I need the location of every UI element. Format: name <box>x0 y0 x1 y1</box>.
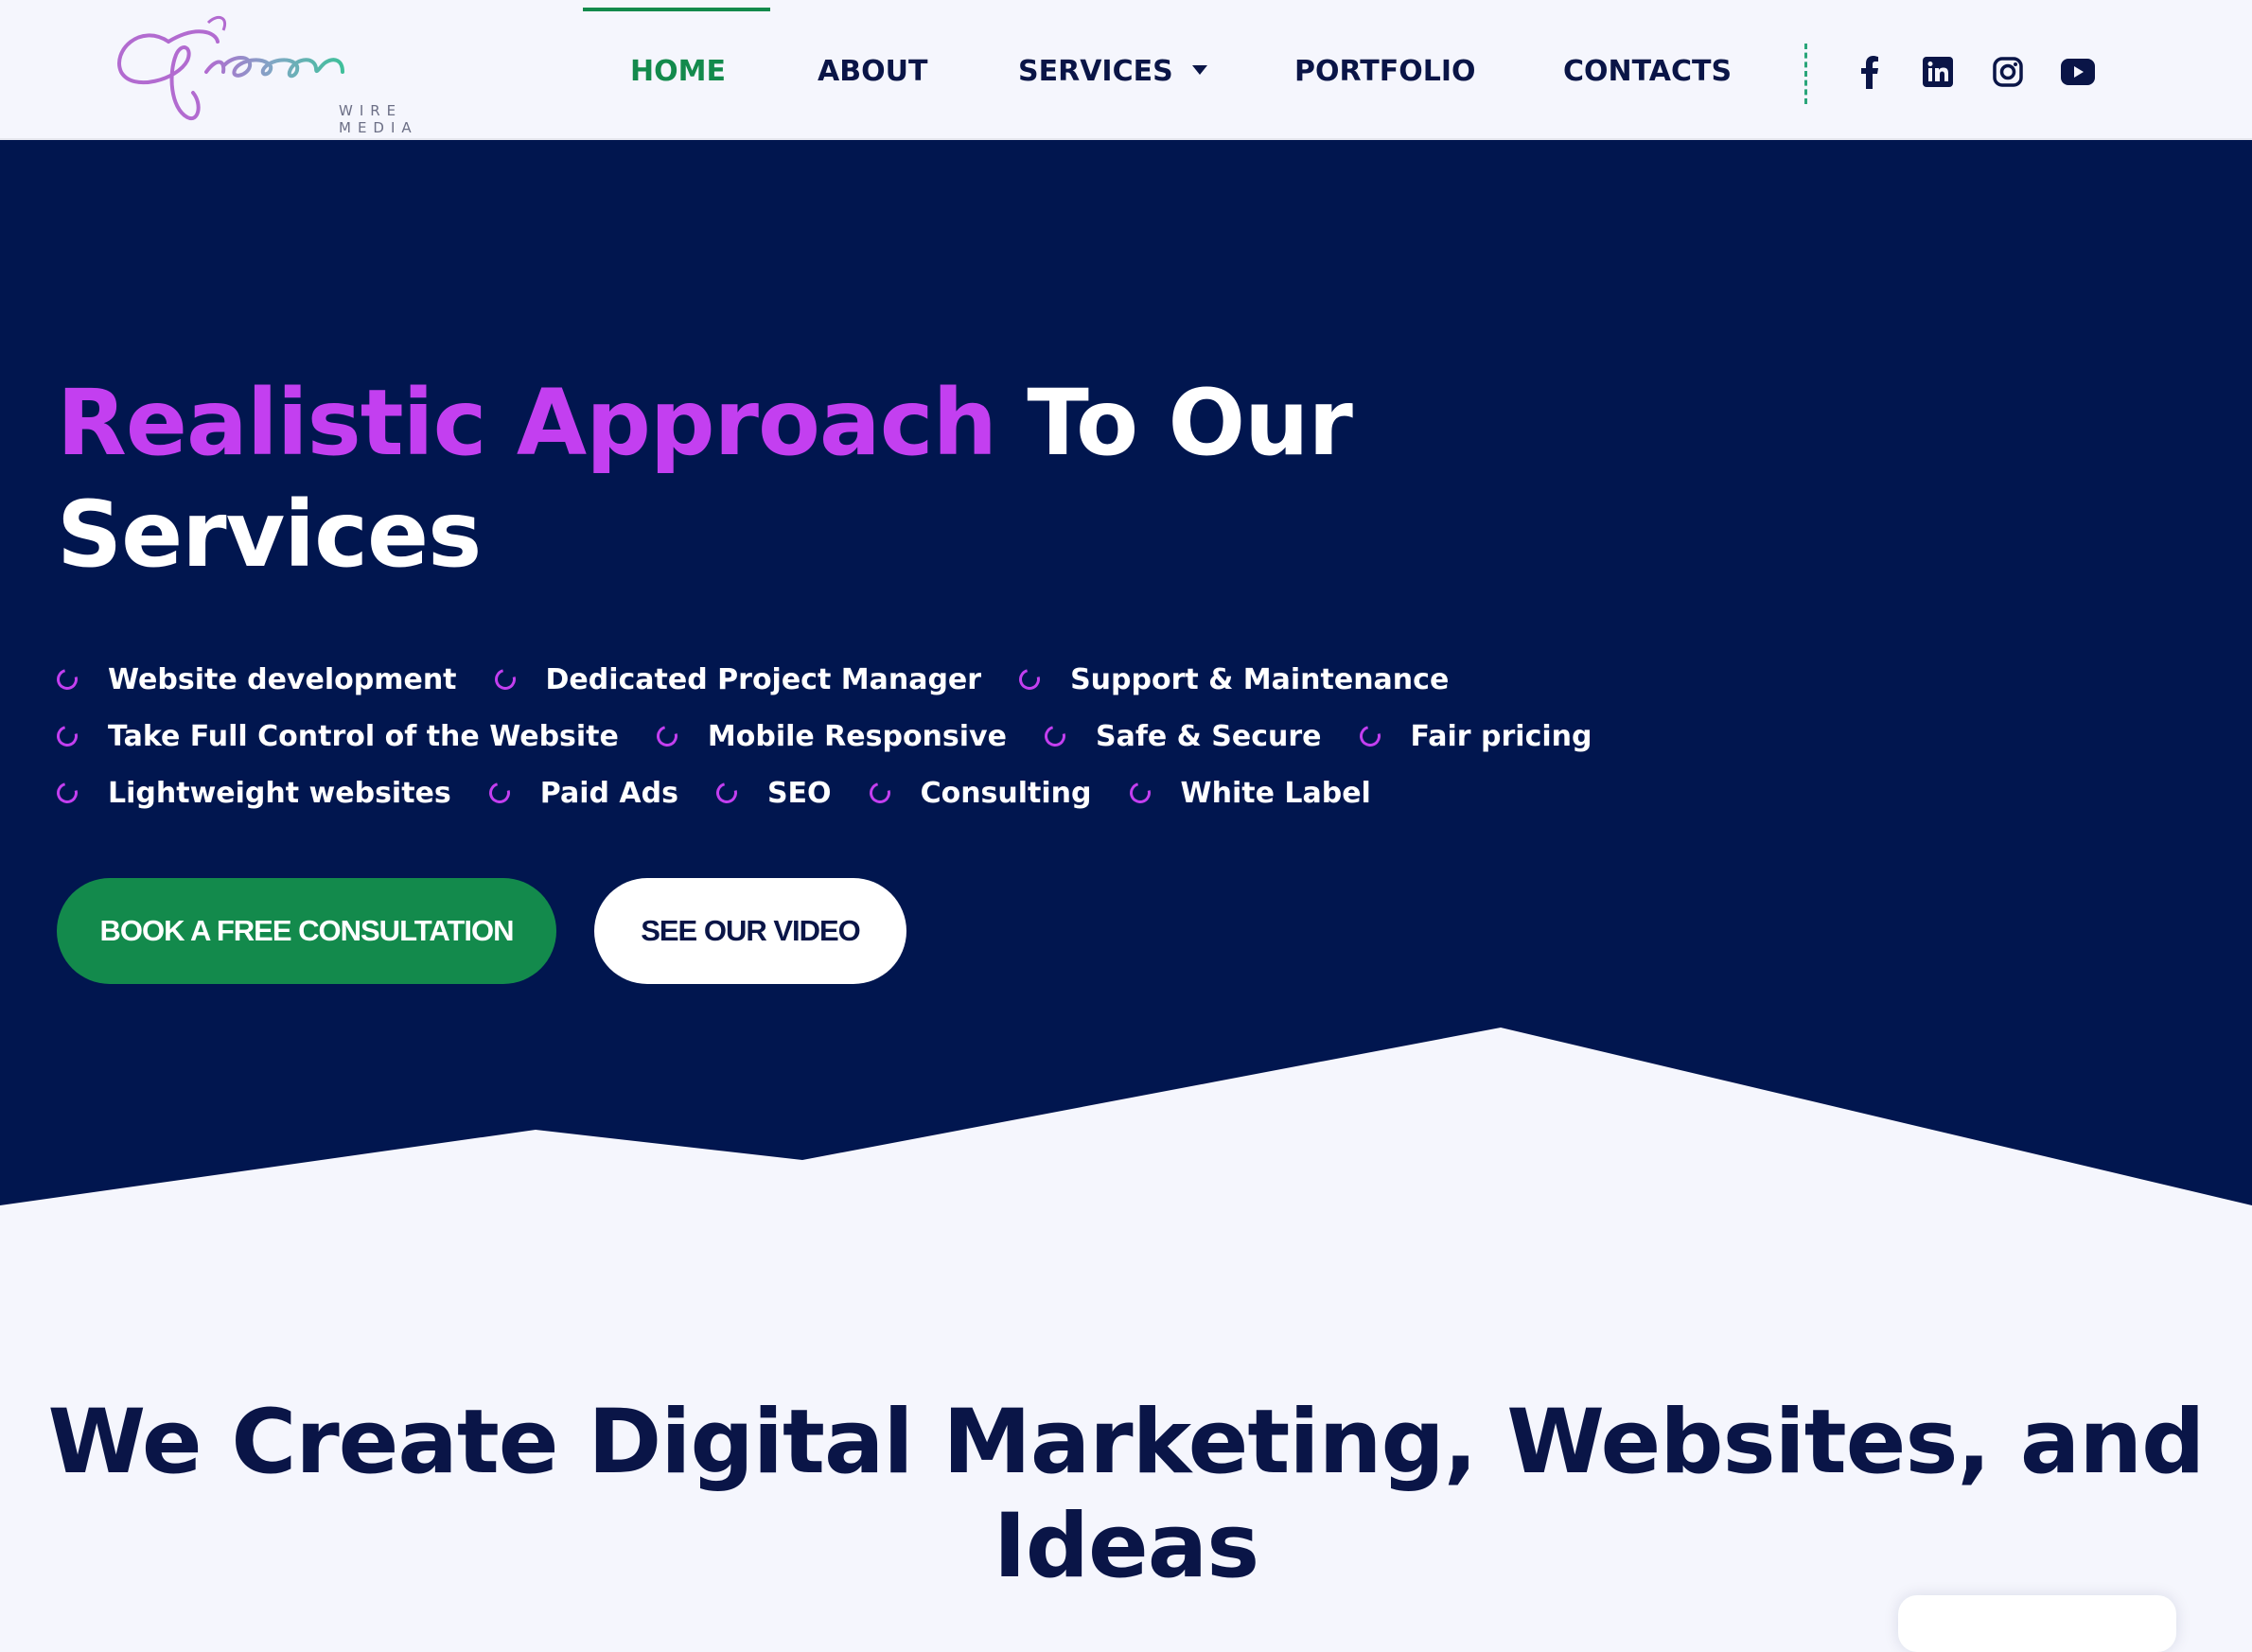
circle-icon <box>712 778 741 808</box>
circle-icon <box>865 778 894 808</box>
site-header: WIRE MEDIA HOME ABOUT SERVICES PORTFOLIO… <box>0 0 2252 139</box>
feature-label: Support & Maintenance <box>1070 662 1450 696</box>
feature-label: Dedicated Project Manager <box>545 662 982 696</box>
section-title: We Create Digital Marketing, Websites, a… <box>47 1391 2206 1598</box>
chevron-down-icon <box>1191 64 1207 75</box>
nav-contacts[interactable]: CONTACTS <box>1563 55 1732 88</box>
hero-title-accent: Realistic Approach <box>57 370 997 476</box>
feature-label: Paid Ads <box>539 776 678 810</box>
circle-icon <box>1125 778 1154 808</box>
feature-row: Website development Dedicated Project Ma… <box>52 651 1665 708</box>
list-item: Safe & Secure <box>1040 719 1322 753</box>
nav-active-indicator <box>583 8 770 11</box>
logo-subtitle: WIRE MEDIA <box>339 102 418 136</box>
list-item: Paid Ads <box>484 776 678 810</box>
instagram-icon[interactable] <box>1991 55 2025 89</box>
circle-icon <box>484 778 514 808</box>
circle-icon <box>52 778 82 808</box>
nav-home[interactable]: HOME <box>630 55 726 88</box>
circle-icon <box>1355 721 1384 751</box>
circle-icon <box>1015 664 1045 694</box>
feature-list: Website development Dedicated Project Ma… <box>52 651 1665 821</box>
nav-divider <box>1804 44 1807 104</box>
circle-icon <box>652 721 681 751</box>
feature-label: Fair pricing <box>1410 719 1592 753</box>
facebook-icon[interactable] <box>1853 55 1887 89</box>
nav-services-label: SERVICES <box>1018 55 1173 88</box>
nav-portfolio[interactable]: PORTFOLIO <box>1294 55 1475 88</box>
feature-label: Website development <box>108 662 457 696</box>
nav-about[interactable]: ABOUT <box>818 55 927 88</box>
list-item: Consulting <box>865 776 1092 810</box>
list-item: White Label <box>1125 776 1371 810</box>
circle-icon <box>1040 721 1069 751</box>
feature-row: Lightweight websites Paid Ads SEO Consul… <box>52 764 1665 821</box>
circle-icon <box>52 721 82 751</box>
feature-label: SEO <box>766 776 832 810</box>
brand-logo[interactable]: WIRE MEDIA <box>112 13 412 136</box>
list-item: Lightweight websites <box>52 776 451 810</box>
linkedin-icon[interactable] <box>1921 55 1955 89</box>
circle-icon <box>490 664 519 694</box>
floating-widget[interactable] <box>1898 1595 2176 1652</box>
feature-label: Consulting <box>920 776 1092 810</box>
list-item: Website development <box>52 662 457 696</box>
nav-services[interactable]: SERVICES <box>1018 55 1207 88</box>
list-item: Support & Maintenance <box>1015 662 1450 696</box>
list-item: Mobile Responsive <box>652 719 1007 753</box>
youtube-icon[interactable] <box>2061 55 2095 89</box>
feature-label: White Label <box>1180 776 1371 810</box>
feature-label: Take Full Control of the Website <box>108 719 619 753</box>
list-item: Fair pricing <box>1355 719 1592 753</box>
list-item: SEO <box>712 776 832 810</box>
feature-label: Safe & Secure <box>1095 719 1322 753</box>
see-video-button[interactable]: SEE OUR VIDEO <box>594 878 906 984</box>
feature-label: Lightweight websites <box>108 776 451 810</box>
feature-row: Take Full Control of the Website Mobile … <box>52 708 1665 764</box>
circle-icon <box>52 664 82 694</box>
list-item: Dedicated Project Manager <box>490 662 982 696</box>
feature-label: Mobile Responsive <box>707 719 1007 753</box>
hero-section: Realistic Approach To Our Services Websi… <box>0 140 2252 1211</box>
list-item: Take Full Control of the Website <box>52 719 619 753</box>
hero-title: Realistic Approach To Our Services <box>57 367 1419 590</box>
book-consultation-button[interactable]: BOOK A FREE CONSULTATION <box>57 878 556 984</box>
